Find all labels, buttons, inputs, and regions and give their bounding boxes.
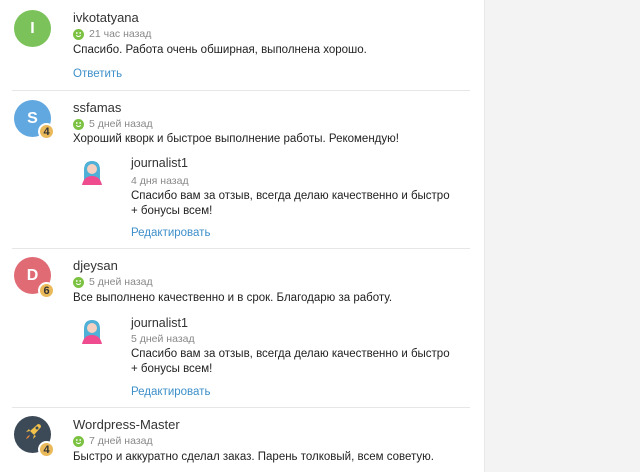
- edit-reply-button[interactable]: Редактировать: [131, 227, 210, 239]
- review-time: 5 дней назад: [89, 118, 153, 130]
- right-sidebar: [484, 0, 640, 472]
- level-badge: 6: [38, 282, 55, 299]
- divider: [12, 248, 470, 249]
- review-text: Все выполнено качественно и в срок. Благ…: [73, 292, 393, 304]
- avatar-initial: I: [30, 19, 35, 37]
- review-time: 7 дней назад: [89, 435, 153, 447]
- review-username[interactable]: Wordpress-Master: [73, 417, 180, 432]
- seller-name[interactable]: journalist1: [131, 316, 188, 330]
- reply-button[interactable]: Ответить: [73, 68, 122, 80]
- positive-smile-icon: [73, 28, 84, 40]
- reviews-panel: I ivkotatyana 21 час назад Спасибо. Рабо…: [0, 0, 484, 472]
- level-badge: 4: [38, 123, 55, 140]
- positive-smile-icon: [73, 435, 84, 447]
- review-username[interactable]: ssfamas: [73, 100, 121, 115]
- review-meta: 5 дней назад: [73, 276, 153, 288]
- level-badge: 4: [38, 441, 55, 458]
- review-text: Хороший кворк и быстрое выполнение работ…: [73, 133, 399, 145]
- review-text: Спасибо. Работа очень обширная, выполнен…: [73, 44, 367, 56]
- avatar-initial: D: [26, 266, 39, 284]
- positive-smile-icon: [73, 276, 84, 288]
- review-username[interactable]: djeysan: [73, 258, 118, 273]
- review-username[interactable]: ivkotatyana: [73, 10, 139, 25]
- edit-reply-button[interactable]: Редактировать: [131, 386, 210, 398]
- positive-smile-icon: [73, 118, 84, 130]
- reply-text: Спасибо вам за отзыв, всегда делаю качес…: [131, 348, 450, 375]
- review-meta: 7 дней назад: [73, 435, 153, 447]
- reply-text: Спасибо вам за отзыв, всегда делаю качес…: [131, 190, 450, 217]
- seller-avatar[interactable]: [80, 317, 104, 345]
- avatar[interactable]: I: [14, 10, 51, 47]
- reply-date: 4 дня назад: [131, 175, 189, 187]
- review-time: 5 дней назад: [89, 276, 153, 288]
- review-meta: 5 дней назад: [73, 118, 153, 130]
- divider: [12, 90, 470, 91]
- divider: [12, 407, 470, 408]
- review-text: Быстро и аккуратно сделал заказ. Парень …: [73, 451, 434, 463]
- seller-avatar[interactable]: [80, 158, 104, 186]
- seller-name[interactable]: journalist1: [131, 156, 188, 170]
- reply-date: 5 дней назад: [131, 333, 195, 345]
- review-time: 21 час назад: [89, 28, 152, 40]
- avatar-initial: S: [27, 109, 38, 127]
- review-meta: 21 час назад: [73, 28, 151, 40]
